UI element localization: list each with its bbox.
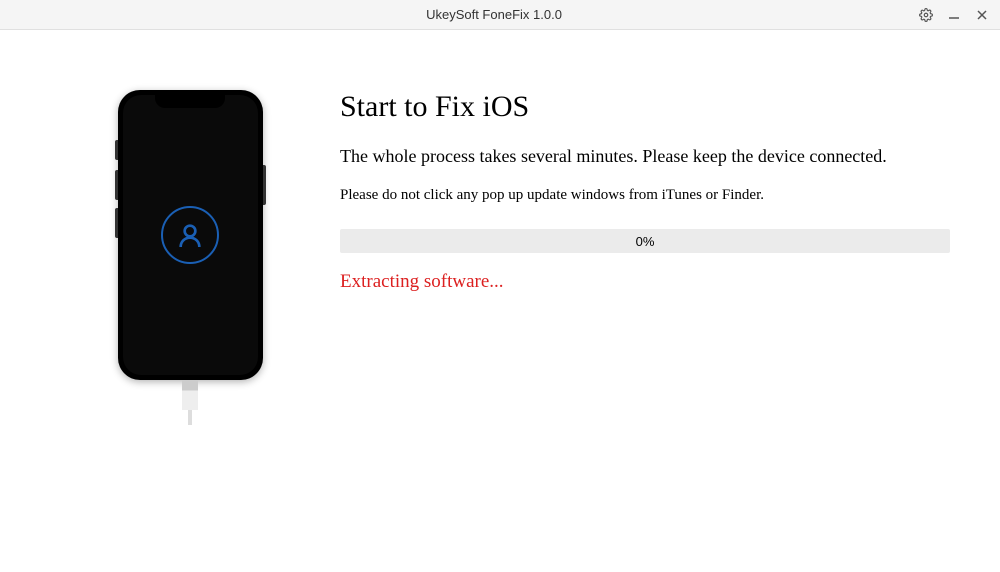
settings-icon[interactable] [918, 7, 934, 23]
user-profile-icon [161, 206, 219, 264]
page-heading: Start to Fix iOS [340, 90, 950, 124]
window-controls [918, 7, 990, 23]
progress-bar: 0% [340, 229, 950, 253]
minimize-icon[interactable] [946, 7, 962, 23]
progress-percent-label: 0% [636, 234, 655, 249]
status-text: Extracting software... [340, 271, 950, 293]
device-illustration [50, 90, 330, 532]
content-area: Start to Fix iOS The whole process takes… [330, 90, 950, 532]
cable-icon [182, 380, 198, 410]
window-title: UkeySoft FoneFix 1.0.0 [70, 7, 918, 22]
main-content: Start to Fix iOS The whole process takes… [0, 30, 1000, 572]
close-icon[interactable] [974, 7, 990, 23]
warning-text: Please do not click any pop up update wi… [340, 187, 950, 204]
phone-icon [118, 90, 263, 380]
instruction-text: The whole process takes several minutes.… [340, 146, 950, 167]
titlebar: UkeySoft FoneFix 1.0.0 [0, 0, 1000, 30]
